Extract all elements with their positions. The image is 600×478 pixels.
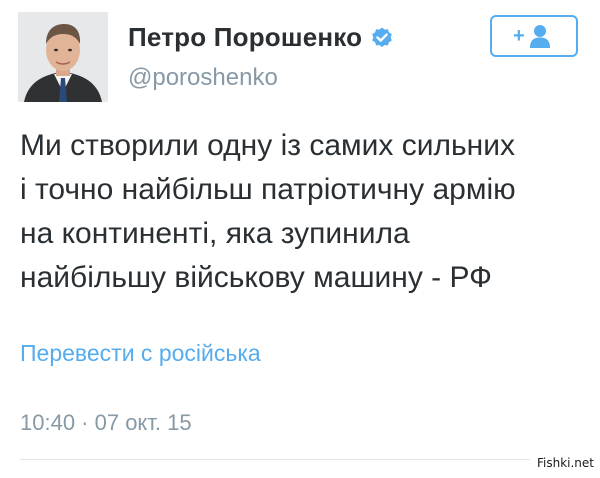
user-handle[interactable]: @poroshenko [128, 64, 278, 92]
display-name[interactable]: Петро Порошенко [128, 22, 362, 53]
plus-sign: + [513, 25, 525, 47]
tweet-card: Петро Порошенко @poroshenko + Ми створил… [0, 0, 600, 478]
avatar[interactable] [18, 12, 108, 102]
follow-button[interactable]: + [490, 15, 578, 57]
translate-link[interactable]: Перевести с російська [20, 340, 261, 367]
tweet-timestamp[interactable]: 10:40 · 07 окт. 15 [20, 410, 192, 436]
tweet-text: Ми створили одну із самих сильних і точн… [20, 129, 516, 294]
name-row: Петро Порошенко [128, 22, 394, 53]
profile-photo [18, 12, 108, 102]
add-user-icon: + [513, 25, 550, 48]
watermark: Fishki.net [536, 456, 594, 470]
divider [20, 459, 530, 460]
verified-badge-icon [370, 26, 394, 50]
